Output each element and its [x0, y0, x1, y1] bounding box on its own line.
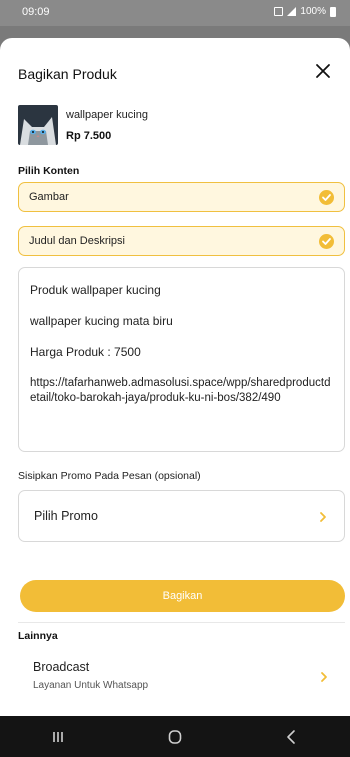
product-summary: wallpaper kucing Rp 7.500 [18, 105, 148, 147]
chevron-right-icon [319, 670, 329, 682]
option-judul-deskripsi[interactable]: Judul dan Deskripsi [18, 226, 345, 256]
recent-apps-icon [53, 731, 64, 742]
signal-icon [287, 7, 297, 16]
chevron-right-icon [318, 511, 328, 523]
message-line: Harga Produk : 7500 [30, 345, 141, 360]
promo-label: Sisipkan Promo Pada Pesan (opsional) [18, 470, 201, 482]
option-label: Gambar [29, 191, 69, 203]
battery-icon [330, 6, 336, 17]
status-bar: 09:09 100% [0, 0, 350, 26]
message-line: Produk wallpaper kucing [30, 283, 161, 297]
broadcast-title: Broadcast [33, 660, 90, 674]
check-circle-icon [319, 234, 334, 249]
home-icon [168, 729, 182, 744]
other-section-label: Lainnya [18, 630, 58, 642]
recent-apps-button[interactable] [38, 722, 78, 752]
home-button[interactable] [155, 722, 195, 752]
broadcast-row[interactable]: Broadcast Layanan Untuk Whatsapp [18, 650, 345, 702]
message-textarea[interactable]: Produk wallpaper kucing wallpaper kucing… [18, 267, 345, 452]
option-label: Judul dan Deskripsi [29, 235, 125, 247]
battery-percent: 100% [300, 6, 326, 17]
back-button[interactable] [272, 722, 312, 752]
product-price: Rp 7.500 [66, 130, 112, 142]
back-icon [286, 729, 295, 744]
alarm-icon [274, 7, 284, 16]
promo-select[interactable]: Pilih Promo [18, 490, 345, 542]
share-product-sheet: Bagikan Produk wallpaper kucing Rp 7.500… [0, 38, 350, 716]
broadcast-subtitle: Layanan Untuk Whatsapp [33, 680, 149, 691]
promo-select-label: Pilih Promo [34, 509, 98, 523]
message-link: https://tafarhanweb.admasolusi.space/wpp… [30, 376, 331, 404]
close-button[interactable] [312, 60, 334, 82]
option-gambar[interactable]: Gambar [18, 182, 345, 212]
close-icon [316, 64, 330, 78]
content-section-label: Pilih Konten [18, 165, 80, 177]
product-thumbnail [18, 105, 58, 145]
sheet-title: Bagikan Produk [18, 66, 117, 82]
check-circle-icon [319, 190, 334, 205]
status-icons: 100% [274, 6, 336, 17]
message-line: wallpaper kucing mata biru [30, 314, 173, 329]
divider [18, 622, 345, 623]
status-time: 09:09 [22, 6, 50, 18]
product-name: wallpaper kucing [66, 109, 148, 121]
share-button[interactable]: Bagikan [20, 580, 345, 612]
system-nav-bar [0, 716, 350, 757]
